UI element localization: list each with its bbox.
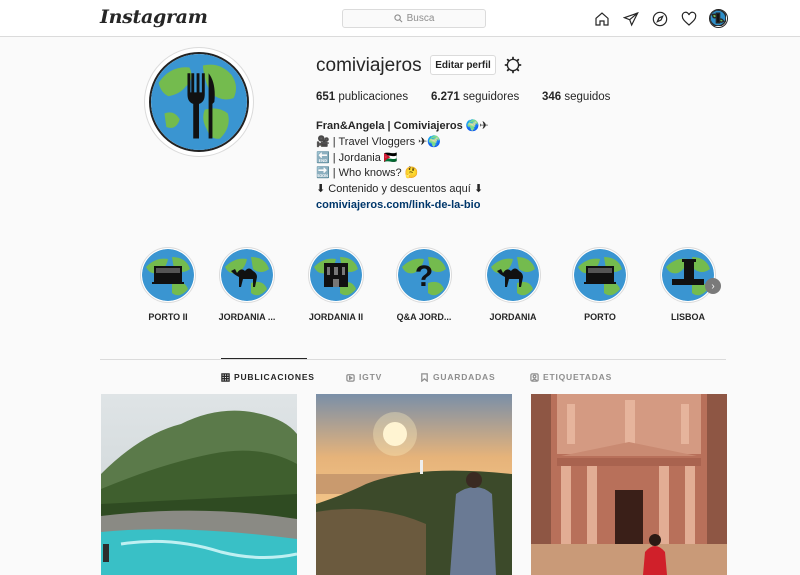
- home-icon[interactable]: [593, 10, 611, 28]
- highlight-item[interactable]: JORDANIA ...: [207, 247, 287, 322]
- post-image-sunset-coast: [316, 394, 512, 575]
- bio-name: Fran&Angela | Comiviajeros 🌍✈: [316, 120, 489, 132]
- tram-icon: [574, 249, 626, 301]
- globe-fork-knife-logo: [151, 54, 247, 150]
- camel-icon: [221, 249, 273, 301]
- bio-line: ⬇ Contenido y descuentos aquí ⬇: [316, 183, 484, 196]
- profile-stats: 651 publicaciones 6.271 seguidores 346 s…: [316, 91, 610, 103]
- profile-picture[interactable]: [144, 47, 254, 157]
- highlight-label: JORDANIA ...: [218, 312, 276, 322]
- grid-icon: [221, 372, 230, 382]
- posts-stat: 651 publicaciones: [316, 91, 431, 103]
- following-label: seguidos: [564, 91, 611, 103]
- highlight-label: JORDANIA: [489, 312, 537, 322]
- bio-line: 🔚 | Jordania 🇯🇴: [316, 151, 398, 164]
- activity-heart-icon[interactable]: [680, 10, 698, 28]
- instagram-logo[interactable]: Instagram: [100, 6, 208, 28]
- tab-label: ETIQUETADAS: [543, 372, 613, 382]
- petra-icon: [310, 249, 362, 301]
- tabs-divider: [100, 359, 726, 360]
- highlight-label: Q&A JORD...: [396, 312, 452, 322]
- highlights-next-button[interactable]: ›: [705, 278, 721, 294]
- highlight-item[interactable]: JORDANIA: [473, 247, 553, 322]
- highlight-item[interactable]: JORDANIA II: [296, 247, 376, 322]
- post-thumbnail[interactable]: [531, 394, 727, 575]
- followers-stat[interactable]: 6.271 seguidores: [431, 91, 542, 103]
- highlight-label: PORTO: [584, 312, 616, 322]
- svg-text:?: ?: [415, 260, 433, 293]
- tab-label: GUARDADAS: [433, 372, 496, 382]
- tab-label: PUBLICACIONES: [234, 372, 315, 382]
- highlight-item[interactable]: PORTO: [560, 247, 640, 322]
- question-icon: ?: [398, 249, 450, 301]
- highlight-item[interactable]: ? Q&A JORD...: [384, 247, 464, 322]
- direct-icon[interactable]: [622, 10, 640, 28]
- highlight-label: PORTO II: [148, 312, 188, 322]
- bio-line: 🎥 | Travel Vloggers ✈🌍: [316, 135, 442, 148]
- bio-link[interactable]: comiviajeros.com/link-de-la-bio: [316, 198, 489, 214]
- search-input[interactable]: Busca: [342, 9, 486, 28]
- top-navbar: Instagram Busca: [0, 0, 800, 37]
- tab-label: IGTV: [359, 372, 383, 382]
- active-tab-indicator: [221, 358, 307, 359]
- igtv-icon: [346, 373, 355, 382]
- following-count: 346: [542, 91, 562, 103]
- bookmark-icon: [421, 372, 428, 382]
- profile-username: comiviajeros: [316, 55, 422, 76]
- highlight-label: LISBOA: [670, 312, 705, 322]
- tram-icon: [142, 249, 194, 301]
- post-thumbnail[interactable]: [101, 394, 297, 575]
- search-placeholder: Busca: [406, 13, 435, 24]
- posts-count: 651: [316, 91, 336, 103]
- post-thumbnail[interactable]: [316, 394, 512, 575]
- edit-profile-button[interactable]: Editar perfil: [430, 55, 496, 75]
- explore-icon[interactable]: [651, 10, 669, 28]
- tab-etiquetadas[interactable]: ETIQUETADAS: [530, 372, 612, 382]
- tab-publicaciones[interactable]: PUBLICACIONES: [221, 372, 315, 382]
- tag-icon: [530, 372, 539, 382]
- tower-icon: [662, 249, 714, 301]
- search-icon: [393, 14, 403, 23]
- following-stat[interactable]: 346 seguidos: [542, 91, 610, 103]
- profile-bio: Fran&Angela | Comiviajeros 🌍✈ 🎥 | Travel…: [316, 119, 489, 214]
- post-image-river-valley: [101, 394, 297, 575]
- highlight-item[interactable]: PORTO II: [128, 247, 208, 322]
- highlight-label: JORDANIA II: [308, 312, 364, 322]
- followers-count: 6.271: [431, 91, 460, 103]
- tab-igtv[interactable]: IGTV: [346, 372, 382, 382]
- camel-icon: [487, 249, 539, 301]
- posts-label: publicaciones: [338, 91, 409, 103]
- post-image-petra-treasury: [531, 394, 727, 575]
- tab-guardadas[interactable]: GUARDADAS: [420, 372, 495, 382]
- profile-avatar[interactable]: [709, 9, 728, 28]
- story-highlights: PORTO II JORDANIA ... JORDANIA II ? Q&A …: [128, 247, 728, 327]
- settings-gear-icon[interactable]: [504, 56, 522, 74]
- followers-label: seguidores: [462, 91, 520, 103]
- bio-line: 🔜 | Who knows? 🤔: [316, 167, 419, 180]
